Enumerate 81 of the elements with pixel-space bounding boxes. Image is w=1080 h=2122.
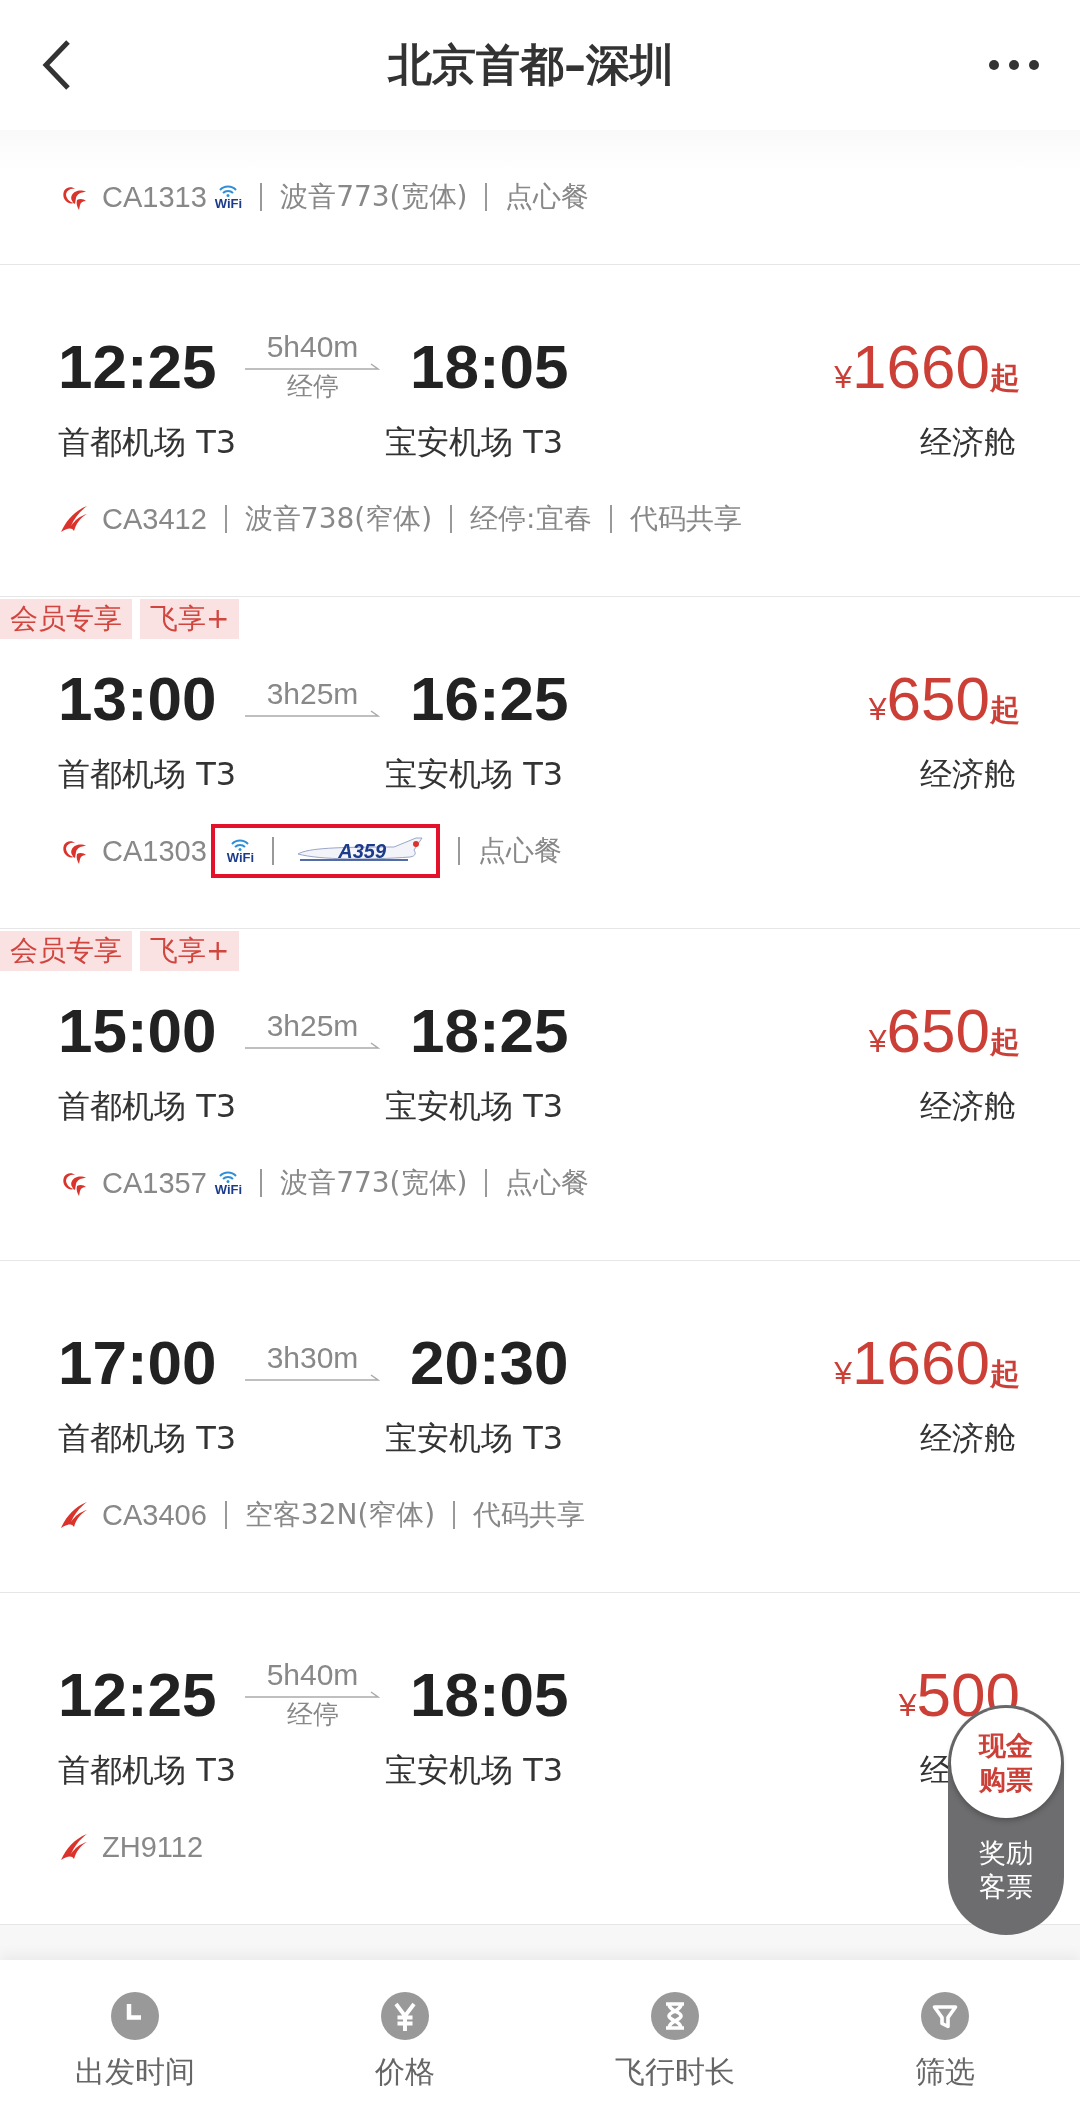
cabin-class: 经济舱: [920, 1418, 1016, 1459]
arrival-airport: 宝安机场 T3: [385, 1418, 564, 1459]
flight-card[interactable]: 会员专享 飞享+ 13:00 3h25m 16:25 ¥650起 首都机场 T3 宝安机场 T3 经济舱 CA1303 WiFi A359 点心餐: [0, 597, 1080, 929]
flight-number: ZH9112: [102, 1830, 204, 1864]
flight-card[interactable]: 会员专享 飞享+ 15:00 3h25m 18:25 ¥650起 首都机场 T3 宝安机场 T3 经济舱 CA1357 WiFi 波音773(宽体) 点心餐: [0, 929, 1080, 1261]
flight-duration: 3h25m: [266, 678, 359, 710]
wifi-logo: WiFi: [226, 838, 255, 864]
flight-detail: 经停:宜春: [470, 501, 592, 537]
currency-sign: ¥: [834, 358, 853, 396]
page-title: 北京首都–深圳: [388, 37, 674, 92]
price-suffix: 起: [990, 1355, 1020, 1393]
departure-time: 13:00: [58, 662, 218, 734]
flight-detail: 波音773(宽体): [280, 1165, 468, 1201]
hourglass-icon: [651, 1992, 699, 2040]
flight-duration: 3h25m: [266, 1010, 359, 1042]
departure-airport: 首都机场 T3: [58, 1418, 238, 1459]
flight-detail: 点心餐: [505, 179, 590, 215]
sort-tab[interactable]: 价格: [270, 1960, 540, 2122]
stopover-label: 经停: [286, 1699, 339, 1729]
price-suffix: 起: [990, 1023, 1020, 1061]
price: 1660: [852, 330, 990, 402]
currency-sign: ¥: [868, 690, 887, 728]
sort-tab[interactable]: 筛选: [810, 1960, 1080, 2122]
departure-airport: 首都机场 T3: [58, 754, 238, 795]
flight-number: CA3412: [102, 502, 207, 536]
currency-sign: ¥: [868, 1022, 887, 1060]
arrival-time: 18:05: [410, 1658, 569, 1730]
arrival-time: 20:30: [410, 1326, 569, 1398]
flight-detail: 代码共享: [473, 1497, 586, 1533]
sort-tab[interactable]: 出发时间: [0, 1960, 270, 2122]
flight-duration: 5h40m: [266, 331, 359, 363]
arrival-time: 18:05: [410, 330, 569, 402]
flight-card[interactable]: 17:00 3h30m 20:30 ¥1660起 首都机场 T3 宝安机场 T3 经济舱 CA3406 空客32N(窄体) 代码共享: [0, 1261, 1080, 1593]
flight-detail: 波音738(窄体): [244, 501, 433, 537]
more-icon[interactable]: [988, 59, 1040, 71]
flight-card[interactable]: 12:25 5h40m 经停 18:05 ¥1660起 首都机场 T3 宝安机场 T3 经济舱 CA3412 波音738(窄体) 经停:宜春 代码共享: [0, 265, 1080, 597]
cabin-class: 经济舱: [920, 754, 1016, 795]
price: 650: [886, 994, 990, 1066]
price-icon: [381, 1992, 429, 2040]
cabin-class: 经济舱: [920, 1086, 1016, 1127]
departure-time: 12:25: [58, 1658, 218, 1730]
flight-detail: 点心餐: [478, 833, 563, 869]
departure-time: 17:00: [58, 1326, 218, 1398]
departure-airport: 首都机场 T3: [58, 1086, 238, 1127]
flight-duration: 3h30m: [266, 1342, 359, 1374]
arrival-airport: 宝安机场 T3: [385, 422, 564, 463]
flight-detail: 代码共享: [629, 501, 742, 537]
price-suffix: 起: [990, 359, 1020, 397]
promo-tag: 会员专享: [0, 931, 132, 971]
stopover-label: 经停: [286, 371, 339, 401]
arrival-time: 18:25: [410, 994, 569, 1066]
departure-time: 15:00: [58, 994, 218, 1066]
arrival-time: 16:25: [410, 662, 569, 734]
flight-number: CA1303: [102, 834, 207, 868]
flight-detail: 波音773(宽体): [280, 179, 468, 215]
wifi-logo: WiFi: [214, 184, 243, 210]
sort-tab[interactable]: 飞行时长: [540, 1960, 810, 2122]
arrival-airport: 宝安机场 T3: [385, 754, 564, 795]
arrival-airport: 宝安机场 T3: [385, 1086, 564, 1127]
promo-tag: 飞享+: [140, 931, 240, 971]
promo-tag: 飞享+: [140, 599, 240, 639]
price-suffix: 起: [990, 691, 1020, 729]
price: 650: [886, 662, 990, 734]
flight-number: CA3406: [102, 1498, 207, 1532]
promo-tag: 会员专享: [0, 599, 132, 639]
cabin-class: 经济舱: [920, 422, 1016, 463]
price: 1660: [852, 1326, 990, 1398]
filter-icon: [921, 1992, 969, 2040]
flight-detail: 空客32N(窄体): [244, 1497, 436, 1533]
departure-time: 12:25: [58, 330, 218, 402]
flight-number: CA1357: [102, 1166, 207, 1200]
flight-detail: 点心餐: [505, 1165, 590, 1201]
arrival-airport: 宝安机场 T3: [385, 1750, 564, 1791]
wifi-logo: WiFi: [214, 1170, 243, 1196]
currency-sign: ¥: [834, 1354, 853, 1392]
currency-sign: ¥: [898, 1686, 917, 1724]
clock-icon: [111, 1992, 159, 2040]
departure-airport: 首都机场 T3: [58, 1750, 238, 1791]
flight-number: CA1313: [102, 180, 207, 214]
flight-duration: 5h40m: [266, 1659, 359, 1691]
departure-airport: 首都机场 T3: [58, 422, 238, 463]
